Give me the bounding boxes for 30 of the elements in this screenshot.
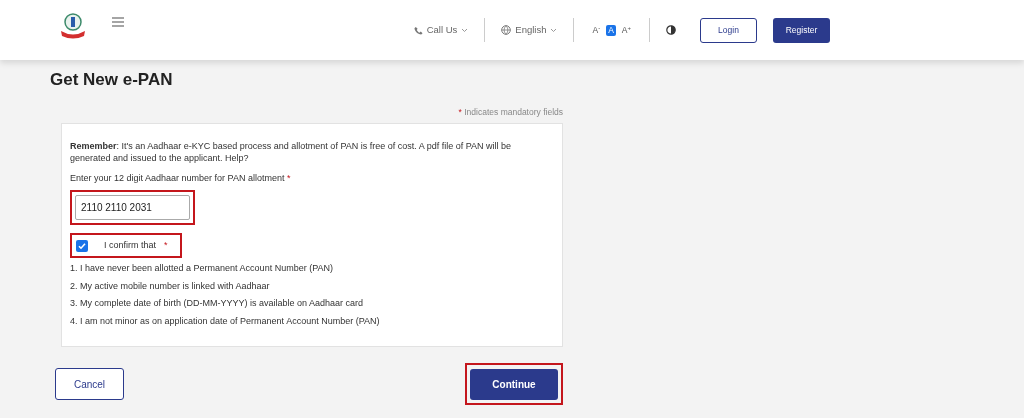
condition-item: 3. My complete date of birth (DD-MM-YYYY) is available on Aadhaar card (70, 297, 365, 311)
mandatory-note: Indicates mandatory fields (464, 107, 563, 118)
call-us-menu[interactable]: Call Us (413, 22, 469, 38)
field-label: Enter your 12 digit Aadhaar number for PAN allotment (70, 173, 285, 184)
condition-item: 1. I have never been allotted a Permanent Account Number (PAN) (70, 262, 334, 276)
chevron-down-icon (550, 27, 558, 33)
required-mark: * (458, 107, 462, 118)
checkbox[interactable] (76, 239, 88, 252)
font-size-option[interactable]: A$^{+}$ (619, 24, 633, 36)
phone-icon (413, 25, 423, 35)
font-size-option[interactable]: A$^{-}$ (590, 24, 603, 36)
condition-item: 4. I am not minor as on application date of Permanent Account Number (PAN) (70, 314, 381, 328)
emblem-logo (58, 11, 88, 41)
register-button[interactable]: Register (773, 17, 830, 43)
continue-button[interactable]: Continue (470, 368, 558, 400)
menu-icon[interactable] (112, 17, 124, 27)
chevron-down-icon (461, 27, 469, 33)
aadhaar-input[interactable]: 2110 2110 2031 (75, 194, 190, 220)
required-mark: * (164, 238, 168, 252)
login-button[interactable]: Login (700, 17, 757, 43)
globe-icon (501, 25, 512, 35)
cancel-button[interactable]: Cancel (55, 368, 124, 401)
language-menu[interactable]: English (501, 22, 558, 38)
page-title: Get New e-PAN (50, 70, 174, 91)
condition-item: 2. My active mobile number is linked with Aadhaar (70, 279, 271, 293)
confirm-label: I confirm that (104, 238, 157, 252)
contrast-icon[interactable] (666, 25, 676, 35)
remember-text: Remember: It's an Aadhaar e-KYC based process and allotment of PAN is free of cost. A pdf file of PAN will be generated and issued to the applicant. Help? (70, 140, 513, 165)
font-size-option[interactable]: A (606, 24, 616, 36)
required-mark: * (286, 173, 291, 184)
